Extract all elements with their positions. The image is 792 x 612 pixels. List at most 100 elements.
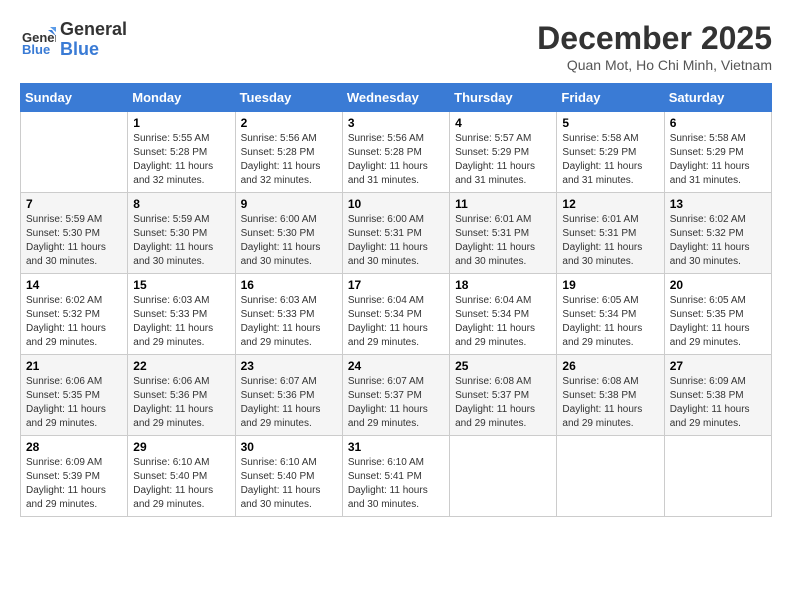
day-number: 25 bbox=[455, 359, 551, 373]
day-number: 24 bbox=[348, 359, 444, 373]
logo: General Blue General Blue bbox=[20, 20, 127, 60]
day-detail: Sunrise: 5:57 AMSunset: 5:29 PMDaylight:… bbox=[455, 132, 551, 188]
page-header: General Blue General Blue December 2025 … bbox=[20, 20, 772, 73]
day-detail: Sunrise: 6:08 AMSunset: 5:38 PMDaylight:… bbox=[562, 375, 658, 431]
header-thursday: Thursday bbox=[450, 84, 557, 112]
header-monday: Monday bbox=[128, 84, 235, 112]
day-cell: 23 Sunrise: 6:07 AMSunset: 5:36 PMDayligh… bbox=[235, 355, 342, 436]
day-cell: 11 Sunrise: 6:01 AMSunset: 5:31 PMDayligh… bbox=[450, 193, 557, 274]
day-number: 16 bbox=[241, 278, 337, 292]
calendar-header-row: SundayMondayTuesdayWednesdayThursdayFrid… bbox=[21, 84, 772, 112]
day-detail: Sunrise: 6:05 AMSunset: 5:34 PMDaylight:… bbox=[562, 294, 658, 350]
day-cell: 12Sunrise: 6:01 AMSunset: 5:31 PMDayligh… bbox=[557, 193, 664, 274]
day-detail: Sunrise: 6:00 AMSunset: 5:30 PMDaylight:… bbox=[241, 213, 337, 269]
day-detail: Sunrise: 6:04 AMSunset: 5:34 PMDaylight:… bbox=[348, 294, 444, 350]
day-number: 11 bbox=[455, 197, 551, 211]
day-number: 2 bbox=[241, 116, 337, 130]
day-number: 14 bbox=[26, 278, 122, 292]
day-cell: 30 Sunrise: 6:10 AMSunset: 5:40 PMDayligh… bbox=[235, 436, 342, 517]
day-cell: 17 Sunrise: 6:04 AMSunset: 5:34 PMDayligh… bbox=[342, 274, 449, 355]
day-detail: Sunrise: 5:59 AMSunset: 5:30 PMDaylight:… bbox=[26, 213, 122, 269]
header-sunday: Sunday bbox=[21, 84, 128, 112]
day-number: 27 bbox=[670, 359, 766, 373]
day-detail: Sunrise: 6:05 AMSunset: 5:35 PMDaylight:… bbox=[670, 294, 766, 350]
week-row-0: 1 Sunrise: 5:55 AMSunset: 5:28 PMDaylight… bbox=[21, 112, 772, 193]
day-cell: 16 Sunrise: 6:03 AMSunset: 5:33 PMDayligh… bbox=[235, 274, 342, 355]
day-detail: Sunrise: 6:09 AMSunset: 5:38 PMDaylight:… bbox=[670, 375, 766, 431]
day-cell bbox=[21, 112, 128, 193]
day-number: 17 bbox=[348, 278, 444, 292]
day-cell: 21 Sunrise: 6:06 AMSunset: 5:35 PMDayligh… bbox=[21, 355, 128, 436]
day-detail: Sunrise: 5:58 AMSunset: 5:29 PMDaylight:… bbox=[562, 132, 658, 188]
day-number: 30 bbox=[241, 440, 337, 454]
day-number: 13 bbox=[670, 197, 766, 211]
header-saturday: Saturday bbox=[664, 84, 771, 112]
day-cell: 31 Sunrise: 6:10 AMSunset: 5:41 PMDayligh… bbox=[342, 436, 449, 517]
day-number: 22 bbox=[133, 359, 229, 373]
day-number: 31 bbox=[348, 440, 444, 454]
day-detail: Sunrise: 6:03 AMSunset: 5:33 PMDaylight:… bbox=[241, 294, 337, 350]
day-cell bbox=[450, 436, 557, 517]
day-detail: Sunrise: 6:01 AMSunset: 5:31 PMDaylight:… bbox=[562, 213, 658, 269]
day-cell: 14 Sunrise: 6:02 AMSunset: 5:32 PMDayligh… bbox=[21, 274, 128, 355]
day-number: 8 bbox=[133, 197, 229, 211]
week-row-2: 14 Sunrise: 6:02 AMSunset: 5:32 PMDayligh… bbox=[21, 274, 772, 355]
day-number: 19 bbox=[562, 278, 658, 292]
day-detail: Sunrise: 5:55 AMSunset: 5:28 PMDaylight:… bbox=[133, 132, 229, 188]
day-detail: Sunrise: 6:06 AMSunset: 5:36 PMDaylight:… bbox=[133, 375, 229, 431]
week-row-1: 7 Sunrise: 5:59 AMSunset: 5:30 PMDaylight… bbox=[21, 193, 772, 274]
day-cell bbox=[664, 436, 771, 517]
calendar-body: 1 Sunrise: 5:55 AMSunset: 5:28 PMDaylight… bbox=[21, 112, 772, 517]
day-detail: Sunrise: 5:56 AMSunset: 5:28 PMDaylight:… bbox=[241, 132, 337, 188]
day-number: 20 bbox=[670, 278, 766, 292]
day-detail: Sunrise: 6:10 AMSunset: 5:40 PMDaylight:… bbox=[241, 456, 337, 512]
day-number: 26 bbox=[562, 359, 658, 373]
day-detail: Sunrise: 6:07 AMSunset: 5:37 PMDaylight:… bbox=[348, 375, 444, 431]
day-number: 1 bbox=[133, 116, 229, 130]
day-number: 7 bbox=[26, 197, 122, 211]
day-detail: Sunrise: 6:08 AMSunset: 5:37 PMDaylight:… bbox=[455, 375, 551, 431]
day-cell bbox=[557, 436, 664, 517]
day-detail: Sunrise: 6:00 AMSunset: 5:31 PMDaylight:… bbox=[348, 213, 444, 269]
day-detail: Sunrise: 6:06 AMSunset: 5:35 PMDaylight:… bbox=[26, 375, 122, 431]
day-cell: 24 Sunrise: 6:07 AMSunset: 5:37 PMDayligh… bbox=[342, 355, 449, 436]
day-cell: 18Sunrise: 6:04 AMSunset: 5:34 PMDayligh… bbox=[450, 274, 557, 355]
day-detail: Sunrise: 6:07 AMSunset: 5:36 PMDaylight:… bbox=[241, 375, 337, 431]
day-number: 6 bbox=[670, 116, 766, 130]
day-detail: Sunrise: 5:58 AMSunset: 5:29 PMDaylight:… bbox=[670, 132, 766, 188]
day-detail: Sunrise: 6:03 AMSunset: 5:33 PMDaylight:… bbox=[133, 294, 229, 350]
day-number: 28 bbox=[26, 440, 122, 454]
day-number: 23 bbox=[241, 359, 337, 373]
day-cell: 13Sunrise: 6:02 AMSunset: 5:32 PMDayligh… bbox=[664, 193, 771, 274]
day-cell: 28Sunrise: 6:09 AMSunset: 5:39 PMDayligh… bbox=[21, 436, 128, 517]
day-detail: Sunrise: 6:10 AMSunset: 5:41 PMDaylight:… bbox=[348, 456, 444, 512]
day-cell: 26 Sunrise: 6:08 AMSunset: 5:38 PMDayligh… bbox=[557, 355, 664, 436]
day-detail: Sunrise: 6:02 AMSunset: 5:32 PMDaylight:… bbox=[26, 294, 122, 350]
day-number: 21 bbox=[26, 359, 122, 373]
day-cell: 27 Sunrise: 6:09 AMSunset: 5:38 PMDayligh… bbox=[664, 355, 771, 436]
day-cell: 19 Sunrise: 6:05 AMSunset: 5:34 PMDayligh… bbox=[557, 274, 664, 355]
day-cell: 29Sunrise: 6:10 AMSunset: 5:40 PMDayligh… bbox=[128, 436, 235, 517]
logo-icon: General Blue bbox=[20, 22, 56, 58]
week-row-3: 21 Sunrise: 6:06 AMSunset: 5:35 PMDayligh… bbox=[21, 355, 772, 436]
day-number: 4 bbox=[455, 116, 551, 130]
logo-blue-text: Blue bbox=[60, 40, 127, 60]
header-wednesday: Wednesday bbox=[342, 84, 449, 112]
logo-text: General Blue bbox=[60, 20, 127, 60]
day-cell: 8 Sunrise: 5:59 AMSunset: 5:30 PMDaylight… bbox=[128, 193, 235, 274]
header-tuesday: Tuesday bbox=[235, 84, 342, 112]
day-number: 15 bbox=[133, 278, 229, 292]
day-number: 5 bbox=[562, 116, 658, 130]
calendar-table: SundayMondayTuesdayWednesdayThursdayFrid… bbox=[20, 83, 772, 517]
day-number: 9 bbox=[241, 197, 337, 211]
week-row-4: 28Sunrise: 6:09 AMSunset: 5:39 PMDayligh… bbox=[21, 436, 772, 517]
day-detail: Sunrise: 5:59 AMSunset: 5:30 PMDaylight:… bbox=[133, 213, 229, 269]
location-text: Quan Mot, Ho Chi Minh, Vietnam bbox=[537, 57, 772, 73]
day-number: 29 bbox=[133, 440, 229, 454]
day-detail: Sunrise: 6:01 AMSunset: 5:31 PMDaylight:… bbox=[455, 213, 551, 269]
day-cell: 10Sunrise: 6:00 AMSunset: 5:31 PMDayligh… bbox=[342, 193, 449, 274]
header-friday: Friday bbox=[557, 84, 664, 112]
day-cell: 4 Sunrise: 5:57 AMSunset: 5:29 PMDaylight… bbox=[450, 112, 557, 193]
day-cell: 1 Sunrise: 5:55 AMSunset: 5:28 PMDaylight… bbox=[128, 112, 235, 193]
month-title: December 2025 bbox=[537, 20, 772, 57]
